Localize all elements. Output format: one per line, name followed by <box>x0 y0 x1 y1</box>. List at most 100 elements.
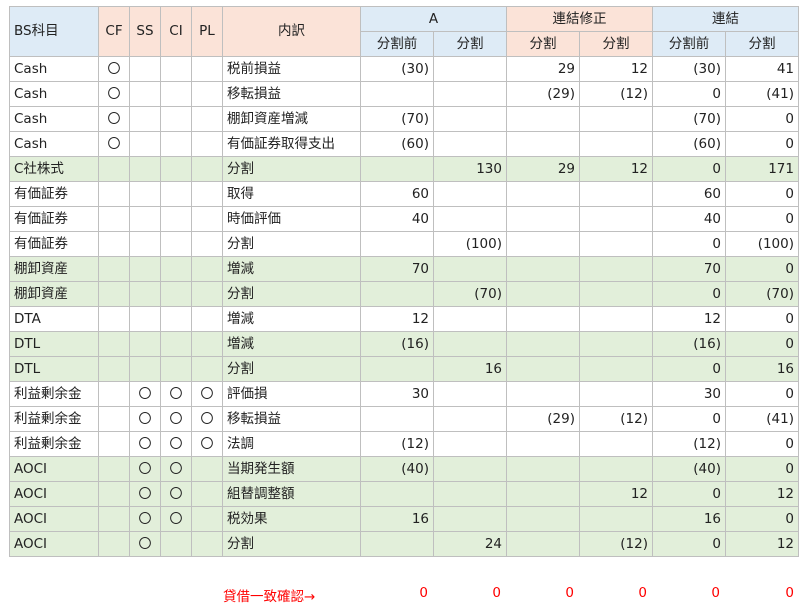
cell-con-before[interactable]: 70 <box>652 256 726 282</box>
cell-a-before[interactable]: (60) <box>360 131 434 157</box>
cell-adj-before[interactable] <box>506 256 580 282</box>
cell-cf-mark[interactable]: 〇 <box>98 81 130 107</box>
cell-con-before[interactable]: (60) <box>652 131 726 157</box>
cell-con-before[interactable]: 12 <box>652 306 726 332</box>
cell-adj-before[interactable] <box>506 306 580 332</box>
cell-adj-before[interactable] <box>506 281 580 307</box>
cell-bs-item[interactable]: 利益剰余金 <box>9 431 99 457</box>
cell-bs-item[interactable]: Cash <box>9 81 99 107</box>
cell-ss-mark[interactable] <box>129 81 161 107</box>
cell-a-before[interactable]: 30 <box>360 381 434 407</box>
cell-a-before[interactable] <box>360 406 434 432</box>
cell-cf-mark[interactable] <box>98 356 130 382</box>
cell-pl-mark[interactable] <box>191 356 223 382</box>
cell-a-split[interactable]: (70) <box>433 281 507 307</box>
cell-a-split[interactable] <box>433 431 507 457</box>
cell-pl-mark[interactable] <box>191 481 223 507</box>
cell-adj-split[interactable]: (12) <box>579 531 653 557</box>
cell-adj-before[interactable] <box>506 356 580 382</box>
cell-con-before[interactable]: 30 <box>652 381 726 407</box>
cell-pl-mark[interactable] <box>191 456 223 482</box>
cell-a-split[interactable] <box>433 131 507 157</box>
cell-a-split[interactable] <box>433 306 507 332</box>
cell-con-before[interactable]: (40) <box>652 456 726 482</box>
cell-adj-split[interactable]: 12 <box>579 56 653 82</box>
cell-pl-mark[interactable] <box>191 331 223 357</box>
cell-adj-split[interactable] <box>579 181 653 207</box>
cell-a-split[interactable]: 16 <box>433 356 507 382</box>
cell-a-split[interactable]: 24 <box>433 531 507 557</box>
cell-con-before[interactable]: (70) <box>652 106 726 132</box>
cell-con-before[interactable]: 40 <box>652 206 726 232</box>
cell-con-split[interactable]: 0 <box>725 106 799 132</box>
cell-breakdown[interactable]: 分割 <box>222 281 361 307</box>
cell-ci-mark[interactable] <box>160 256 192 282</box>
cell-bs-item[interactable]: 棚卸資産 <box>9 281 99 307</box>
cell-con-split[interactable]: 16 <box>725 356 799 382</box>
cell-breakdown[interactable]: 取得 <box>222 181 361 207</box>
cell-ss-mark[interactable] <box>129 56 161 82</box>
cell-ss-mark[interactable]: 〇 <box>129 406 161 432</box>
cell-breakdown[interactable]: 時価評価 <box>222 206 361 232</box>
cell-con-split[interactable]: (41) <box>725 406 799 432</box>
cell-cf-mark[interactable] <box>98 281 130 307</box>
cell-adj-split[interactable]: 12 <box>579 156 653 182</box>
cell-cf-mark[interactable] <box>98 456 130 482</box>
cell-con-split[interactable]: 41 <box>725 56 799 82</box>
cell-a-split[interactable] <box>433 481 507 507</box>
cell-con-before[interactable]: 0 <box>652 356 726 382</box>
cell-cf-mark[interactable] <box>98 506 130 532</box>
cell-pl-mark[interactable] <box>191 306 223 332</box>
cell-cf-mark[interactable] <box>98 381 130 407</box>
cell-ss-mark[interactable]: 〇 <box>129 481 161 507</box>
cell-ss-mark[interactable]: 〇 <box>129 381 161 407</box>
cell-ss-mark[interactable] <box>129 131 161 157</box>
cell-con-before[interactable]: (16) <box>652 331 726 357</box>
cell-pl-mark[interactable]: 〇 <box>191 406 223 432</box>
cell-ci-mark[interactable] <box>160 106 192 132</box>
cell-adj-split[interactable] <box>579 331 653 357</box>
cell-con-split[interactable]: 0 <box>725 381 799 407</box>
cell-ss-mark[interactable] <box>129 281 161 307</box>
cell-bs-item[interactable]: 有価証券 <box>9 206 99 232</box>
cell-breakdown[interactable]: 分割 <box>222 231 361 257</box>
cell-ci-mark[interactable]: 〇 <box>160 381 192 407</box>
cell-bs-item[interactable]: 棚卸資産 <box>9 256 99 282</box>
cell-adj-split[interactable] <box>579 506 653 532</box>
cell-con-split[interactable]: 171 <box>725 156 799 182</box>
cell-con-before[interactable]: 0 <box>652 281 726 307</box>
cell-con-before[interactable]: (12) <box>652 431 726 457</box>
cell-ci-mark[interactable] <box>160 181 192 207</box>
cell-pl-mark[interactable] <box>191 106 223 132</box>
cell-ci-mark[interactable] <box>160 306 192 332</box>
cell-cf-mark[interactable]: 〇 <box>98 106 130 132</box>
cell-ci-mark[interactable] <box>160 331 192 357</box>
cell-cf-mark[interactable]: 〇 <box>98 56 130 82</box>
cell-ci-mark[interactable] <box>160 81 192 107</box>
cell-ss-mark[interactable]: 〇 <box>129 456 161 482</box>
cell-pl-mark[interactable] <box>191 231 223 257</box>
cell-pl-mark[interactable] <box>191 156 223 182</box>
cell-a-before[interactable] <box>360 281 434 307</box>
cell-adj-before[interactable]: (29) <box>506 81 580 107</box>
cell-cf-mark[interactable]: 〇 <box>98 131 130 157</box>
cell-breakdown[interactable]: 税効果 <box>222 506 361 532</box>
cell-a-before[interactable]: 12 <box>360 306 434 332</box>
cell-ss-mark[interactable] <box>129 181 161 207</box>
cell-cf-mark[interactable] <box>98 406 130 432</box>
cell-ci-mark[interactable] <box>160 206 192 232</box>
cell-breakdown[interactable]: 評価損 <box>222 381 361 407</box>
cell-a-split[interactable] <box>433 381 507 407</box>
cell-ci-mark[interactable]: 〇 <box>160 406 192 432</box>
cell-pl-mark[interactable] <box>191 506 223 532</box>
cell-a-split[interactable] <box>433 181 507 207</box>
cell-adj-before[interactable]: 29 <box>506 156 580 182</box>
cell-breakdown[interactable]: 増減 <box>222 306 361 332</box>
cell-pl-mark[interactable] <box>191 256 223 282</box>
cell-adj-before[interactable] <box>506 506 580 532</box>
cell-breakdown[interactable]: 当期発生額 <box>222 456 361 482</box>
cell-cf-mark[interactable] <box>98 231 130 257</box>
cell-cf-mark[interactable] <box>98 256 130 282</box>
cell-adj-before[interactable] <box>506 481 580 507</box>
cell-ss-mark[interactable] <box>129 256 161 282</box>
